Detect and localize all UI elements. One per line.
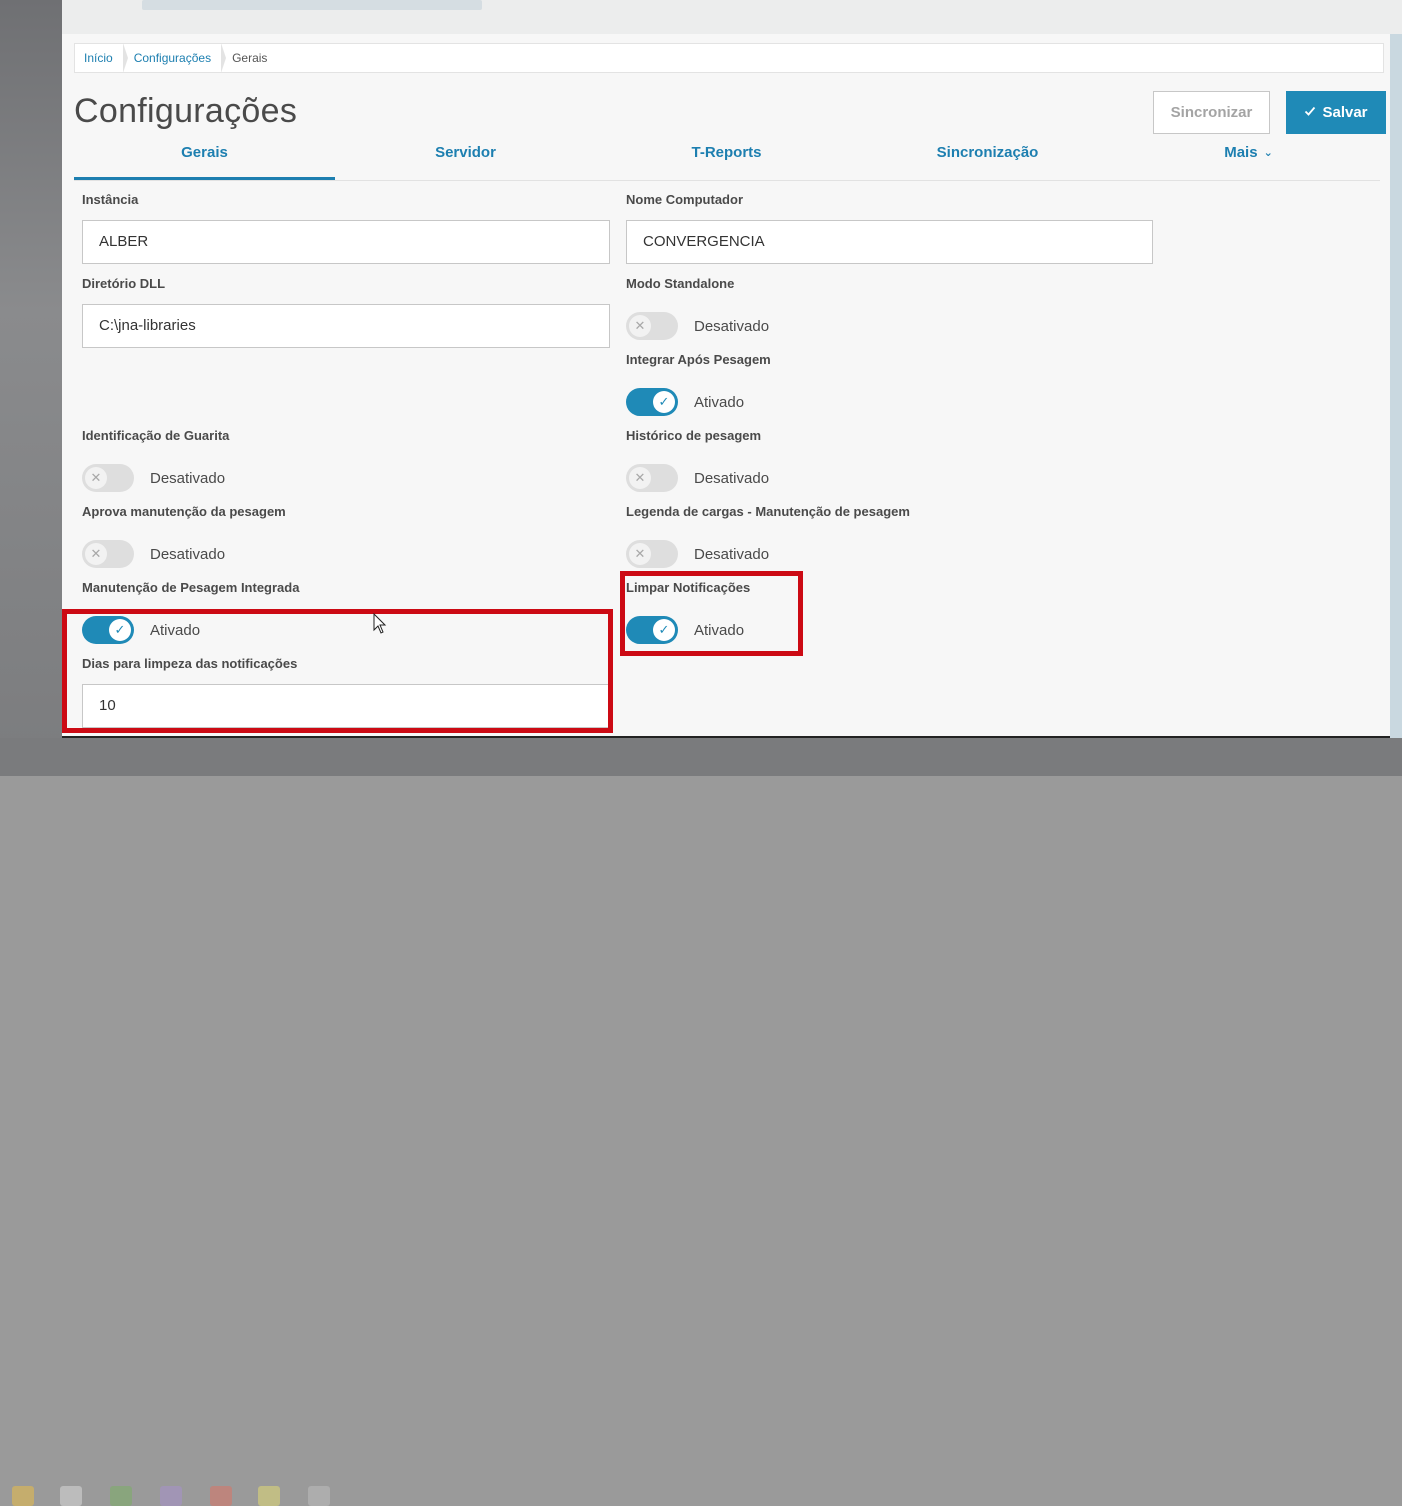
label-manutencao-integrada: Manutenção de Pesagem Integrada (82, 580, 300, 595)
breadcrumb: Início Configurações Gerais (74, 43, 1384, 73)
tab-sincronizacao-label: Sincronização (936, 146, 1039, 161)
check-icon: ✓ (653, 391, 675, 413)
breadcrumb-inicio[interactable]: Início (75, 43, 128, 73)
integrar-apos-pesagem-state: Ativado (694, 393, 745, 411)
label-historico-pesagem: Histórico de pesagem (626, 428, 762, 443)
highlight-box-left (62, 609, 613, 733)
aprova-manutencao-toggle-row: ✕ Desativado (82, 540, 225, 568)
modo-standalone-state: Desativado (694, 317, 770, 335)
label-aprova-manutencao: Aprova manutenção da pesagem (82, 504, 286, 519)
taskbar-icon (110, 1486, 132, 1506)
taskbar-icon (60, 1486, 82, 1506)
label-integrar-apos-pesagem: Integrar Após Pesagem (626, 352, 771, 367)
identificacao-guarita-toggle[interactable]: ✕ (82, 464, 134, 492)
breadcrumb-configuracoes[interactable]: Configurações (125, 43, 227, 73)
integrar-apos-pesagem-toggle[interactable]: ✓ (626, 388, 678, 416)
label-instancia: Instância (82, 192, 139, 207)
save-button-label: Salvar (1322, 104, 1368, 121)
background-header (62, 0, 1402, 34)
label-modo-standalone: Modo Standalone (626, 276, 735, 291)
highlight-box-right (620, 571, 803, 656)
chevron-down-icon: ⌄ (1263, 147, 1273, 160)
taskbar-icon (258, 1486, 280, 1506)
background-sidebar (0, 0, 62, 776)
historico-pesagem-toggle[interactable]: ✕ (626, 464, 678, 492)
tab-servidor-label: Servidor (435, 146, 496, 161)
sync-button[interactable]: Sincronizar (1153, 91, 1270, 134)
identificacao-guarita-state: Desativado (150, 469, 226, 487)
x-icon: ✕ (85, 467, 107, 489)
x-icon: ✕ (629, 315, 651, 337)
label-diretorio-dll: Diretório DLL (82, 276, 166, 291)
page-title: Configurações (74, 92, 298, 130)
tab-sincronizacao[interactable]: Sincronização (857, 146, 1118, 180)
background-taskbar (0, 738, 1402, 1506)
breadcrumb-gerais: Gerais (232, 51, 268, 65)
tab-gerais[interactable]: Gerais (74, 146, 335, 180)
label-identificacao-guarita: Identificação de Guarita (82, 428, 230, 443)
save-button[interactable]: Salvar (1286, 91, 1386, 134)
diretorio-dll-input[interactable]: C:\jna-libraries (82, 304, 610, 348)
label-nome-computador: Nome Computador (626, 192, 743, 207)
integrar-apos-pesagem-toggle-row: ✓ Ativado (626, 388, 744, 416)
tab-servidor[interactable]: Servidor (335, 146, 596, 180)
tab-gerais-label: Gerais (181, 146, 228, 161)
label-legenda-cargas: Legenda de cargas - Manutenção de pesage… (626, 504, 910, 519)
aprova-manutencao-toggle[interactable]: ✕ (82, 540, 134, 568)
taskbar-icon (210, 1486, 232, 1506)
modo-standalone-toggle[interactable]: ✕ (626, 312, 678, 340)
x-icon: ✕ (629, 467, 651, 489)
tab-mais[interactable]: Mais ⌄ (1118, 146, 1379, 180)
background-title-blur (142, 0, 482, 10)
taskbar-icon (160, 1486, 182, 1506)
tab-bar: Gerais Servidor T-Reports Sincronização … (74, 146, 1380, 181)
background-right-edge (1390, 34, 1402, 776)
x-icon: ✕ (629, 543, 651, 565)
historico-pesagem-state: Desativado (694, 469, 770, 487)
historico-pesagem-toggle-row: ✕ Desativado (626, 464, 769, 492)
check-icon (1304, 104, 1316, 121)
taskbar-icon (308, 1486, 330, 1506)
instancia-input[interactable]: ALBER (82, 220, 610, 264)
nome-computador-input[interactable]: CONVERGENCIA (626, 220, 1153, 264)
legenda-cargas-toggle[interactable]: ✕ (626, 540, 678, 568)
x-icon: ✕ (85, 543, 107, 565)
identificacao-guarita-toggle-row: ✕ Desativado (82, 464, 225, 492)
taskbar-icon (12, 1486, 34, 1506)
tab-t-reports-label: T-Reports (691, 146, 762, 161)
aprova-manutencao-state: Desativado (150, 545, 226, 563)
settings-panel: Início Configurações Gerais Configuraçõe… (62, 34, 1390, 738)
legenda-cargas-state: Desativado (694, 545, 770, 563)
tab-t-reports[interactable]: T-Reports (596, 146, 857, 180)
mouse-cursor-icon (373, 613, 387, 634)
modo-standalone-toggle-row: ✕ Desativado (626, 312, 769, 340)
tab-mais-label: Mais (1224, 146, 1258, 161)
legenda-cargas-toggle-row: ✕ Desativado (626, 540, 769, 568)
